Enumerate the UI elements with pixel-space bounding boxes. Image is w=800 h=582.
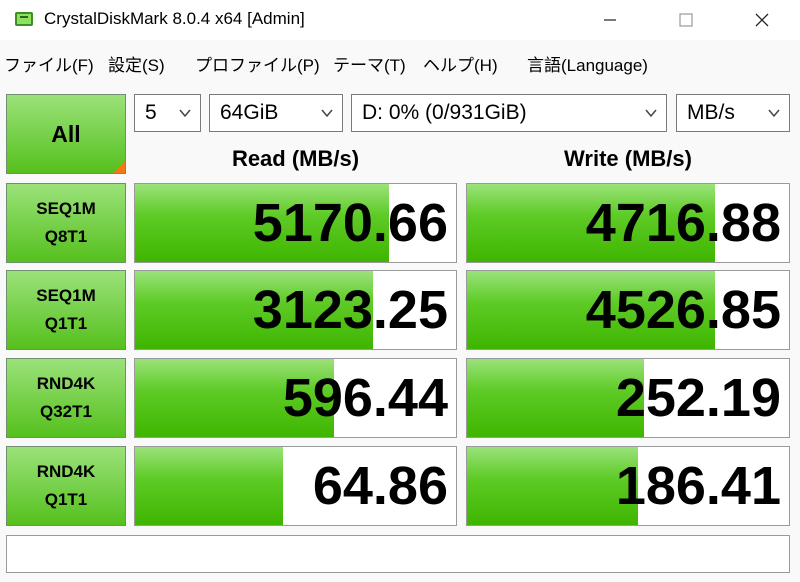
test-name: RND4K <box>36 462 96 481</box>
test-button-rnd4k-q1t1[interactable]: RND4K Q1T1 <box>6 446 126 526</box>
count-select[interactable]: 5 <box>134 94 201 132</box>
unit-value: MB/s <box>687 101 735 124</box>
size-value: 64GiB <box>220 101 279 124</box>
size-select[interactable]: 64GiB <box>209 94 343 132</box>
chevron-down-icon <box>645 109 657 118</box>
menu-language[interactable]: 言語(Language) <box>527 51 648 76</box>
maximize-icon <box>679 13 693 27</box>
read-value: 5170.66 <box>252 193 448 253</box>
write-value: 4526.85 <box>585 280 781 340</box>
title-bar: CrystalDiskMark 8.0.4 x64 [Admin] <box>0 0 800 40</box>
test-params: Q32T1 <box>40 402 92 421</box>
menu-file[interactable]: ファイル(F) <box>4 51 94 76</box>
menu-profile[interactable]: プロファイル(P) <box>195 51 320 76</box>
minimize-icon <box>604 19 616 21</box>
write-result-seq1m-q8t1: 4716.88 <box>466 183 790 263</box>
close-icon <box>755 13 769 27</box>
test-params: Q1T1 <box>44 314 88 333</box>
read-result-seq1m-q1t1: 3123.25 <box>134 270 457 350</box>
test-params: Q1T1 <box>44 490 88 509</box>
read-value: 596.44 <box>282 368 448 428</box>
menu-bar: ファイル(F) 設定(S) プロファイル(P) テーマ(T) ヘルプ(H) 言語… <box>0 40 800 84</box>
read-bar-fill <box>135 447 283 525</box>
count-value: 5 <box>145 101 157 124</box>
test-name: RND4K <box>36 374 96 393</box>
drive-value: D: 0% (0/931GiB) <box>362 101 527 124</box>
write-bar-fill <box>467 447 638 525</box>
read-value: 3123.25 <box>252 280 448 340</box>
write-result-seq1m-q1t1: 4526.85 <box>466 270 790 350</box>
window-title: CrystalDiskMark 8.0.4 x64 [Admin] <box>44 9 305 28</box>
read-result-rnd4k-q32t1: 596.44 <box>134 358 457 438</box>
all-button[interactable]: All <box>6 94 126 174</box>
menu-help[interactable]: ヘルプ(H) <box>423 51 498 76</box>
test-button-seq1m-q1t1[interactable]: SEQ1M Q1T1 <box>6 270 126 350</box>
chevron-down-icon <box>179 109 191 118</box>
write-value: 4716.88 <box>585 193 781 253</box>
read-result-seq1m-q8t1: 5170.66 <box>134 183 457 263</box>
test-button-rnd4k-q32t1[interactable]: RND4K Q32T1 <box>6 358 126 438</box>
minimize-button[interactable] <box>580 0 640 40</box>
corner-triangle-icon <box>113 161 125 173</box>
app-icon <box>15 12 33 26</box>
write-result-rnd4k-q32t1: 252.19 <box>466 358 790 438</box>
status-bar <box>6 535 790 573</box>
unit-select[interactable]: MB/s <box>676 94 790 132</box>
chevron-down-icon <box>768 109 780 118</box>
all-button-label: All <box>51 120 81 147</box>
test-params: Q8T1 <box>44 227 88 246</box>
write-result-rnd4k-q1t1: 186.41 <box>466 446 790 526</box>
chevron-down-icon <box>321 109 333 118</box>
test-name: SEQ1M <box>36 286 96 305</box>
menu-theme[interactable]: テーマ(T) <box>333 51 406 76</box>
menu-settings[interactable]: 設定(S) <box>108 51 165 76</box>
maximize-button[interactable] <box>656 0 716 40</box>
write-value: 186.41 <box>615 456 781 516</box>
read-header: Read (MB/s) <box>231 146 360 171</box>
drive-select[interactable]: D: 0% (0/931GiB) <box>351 94 667 132</box>
write-value: 252.19 <box>615 368 781 428</box>
write-header: Write (MB/s) <box>564 146 692 171</box>
test-button-seq1m-q8t1[interactable]: SEQ1M Q8T1 <box>6 183 126 263</box>
close-button[interactable] <box>732 0 792 40</box>
read-result-rnd4k-q1t1: 64.86 <box>134 446 457 526</box>
read-value: 64.86 <box>312 456 448 516</box>
test-name: SEQ1M <box>36 199 96 218</box>
